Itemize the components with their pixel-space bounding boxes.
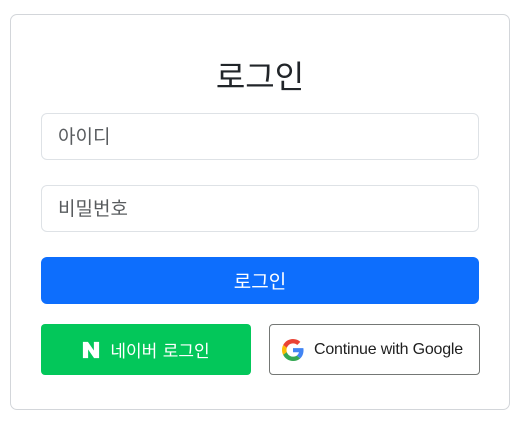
naver-login-button[interactable]: 네이버 로그인	[41, 324, 251, 375]
login-button[interactable]: 로그인	[41, 257, 479, 304]
id-input[interactable]	[41, 113, 479, 160]
naver-n-icon	[82, 341, 100, 359]
google-g-icon	[282, 338, 304, 361]
login-card: 로그인 로그인 네이버 로그인 Continue with Google	[10, 14, 510, 410]
password-input[interactable]	[41, 185, 479, 232]
login-button-label: 로그인	[233, 271, 287, 293]
google-login-label: Continue with Google	[314, 340, 463, 358]
page-title: 로그인	[215, 58, 305, 96]
google-login-button[interactable]: Continue with Google	[269, 324, 480, 375]
naver-login-label: 네이버 로그인	[110, 342, 210, 362]
